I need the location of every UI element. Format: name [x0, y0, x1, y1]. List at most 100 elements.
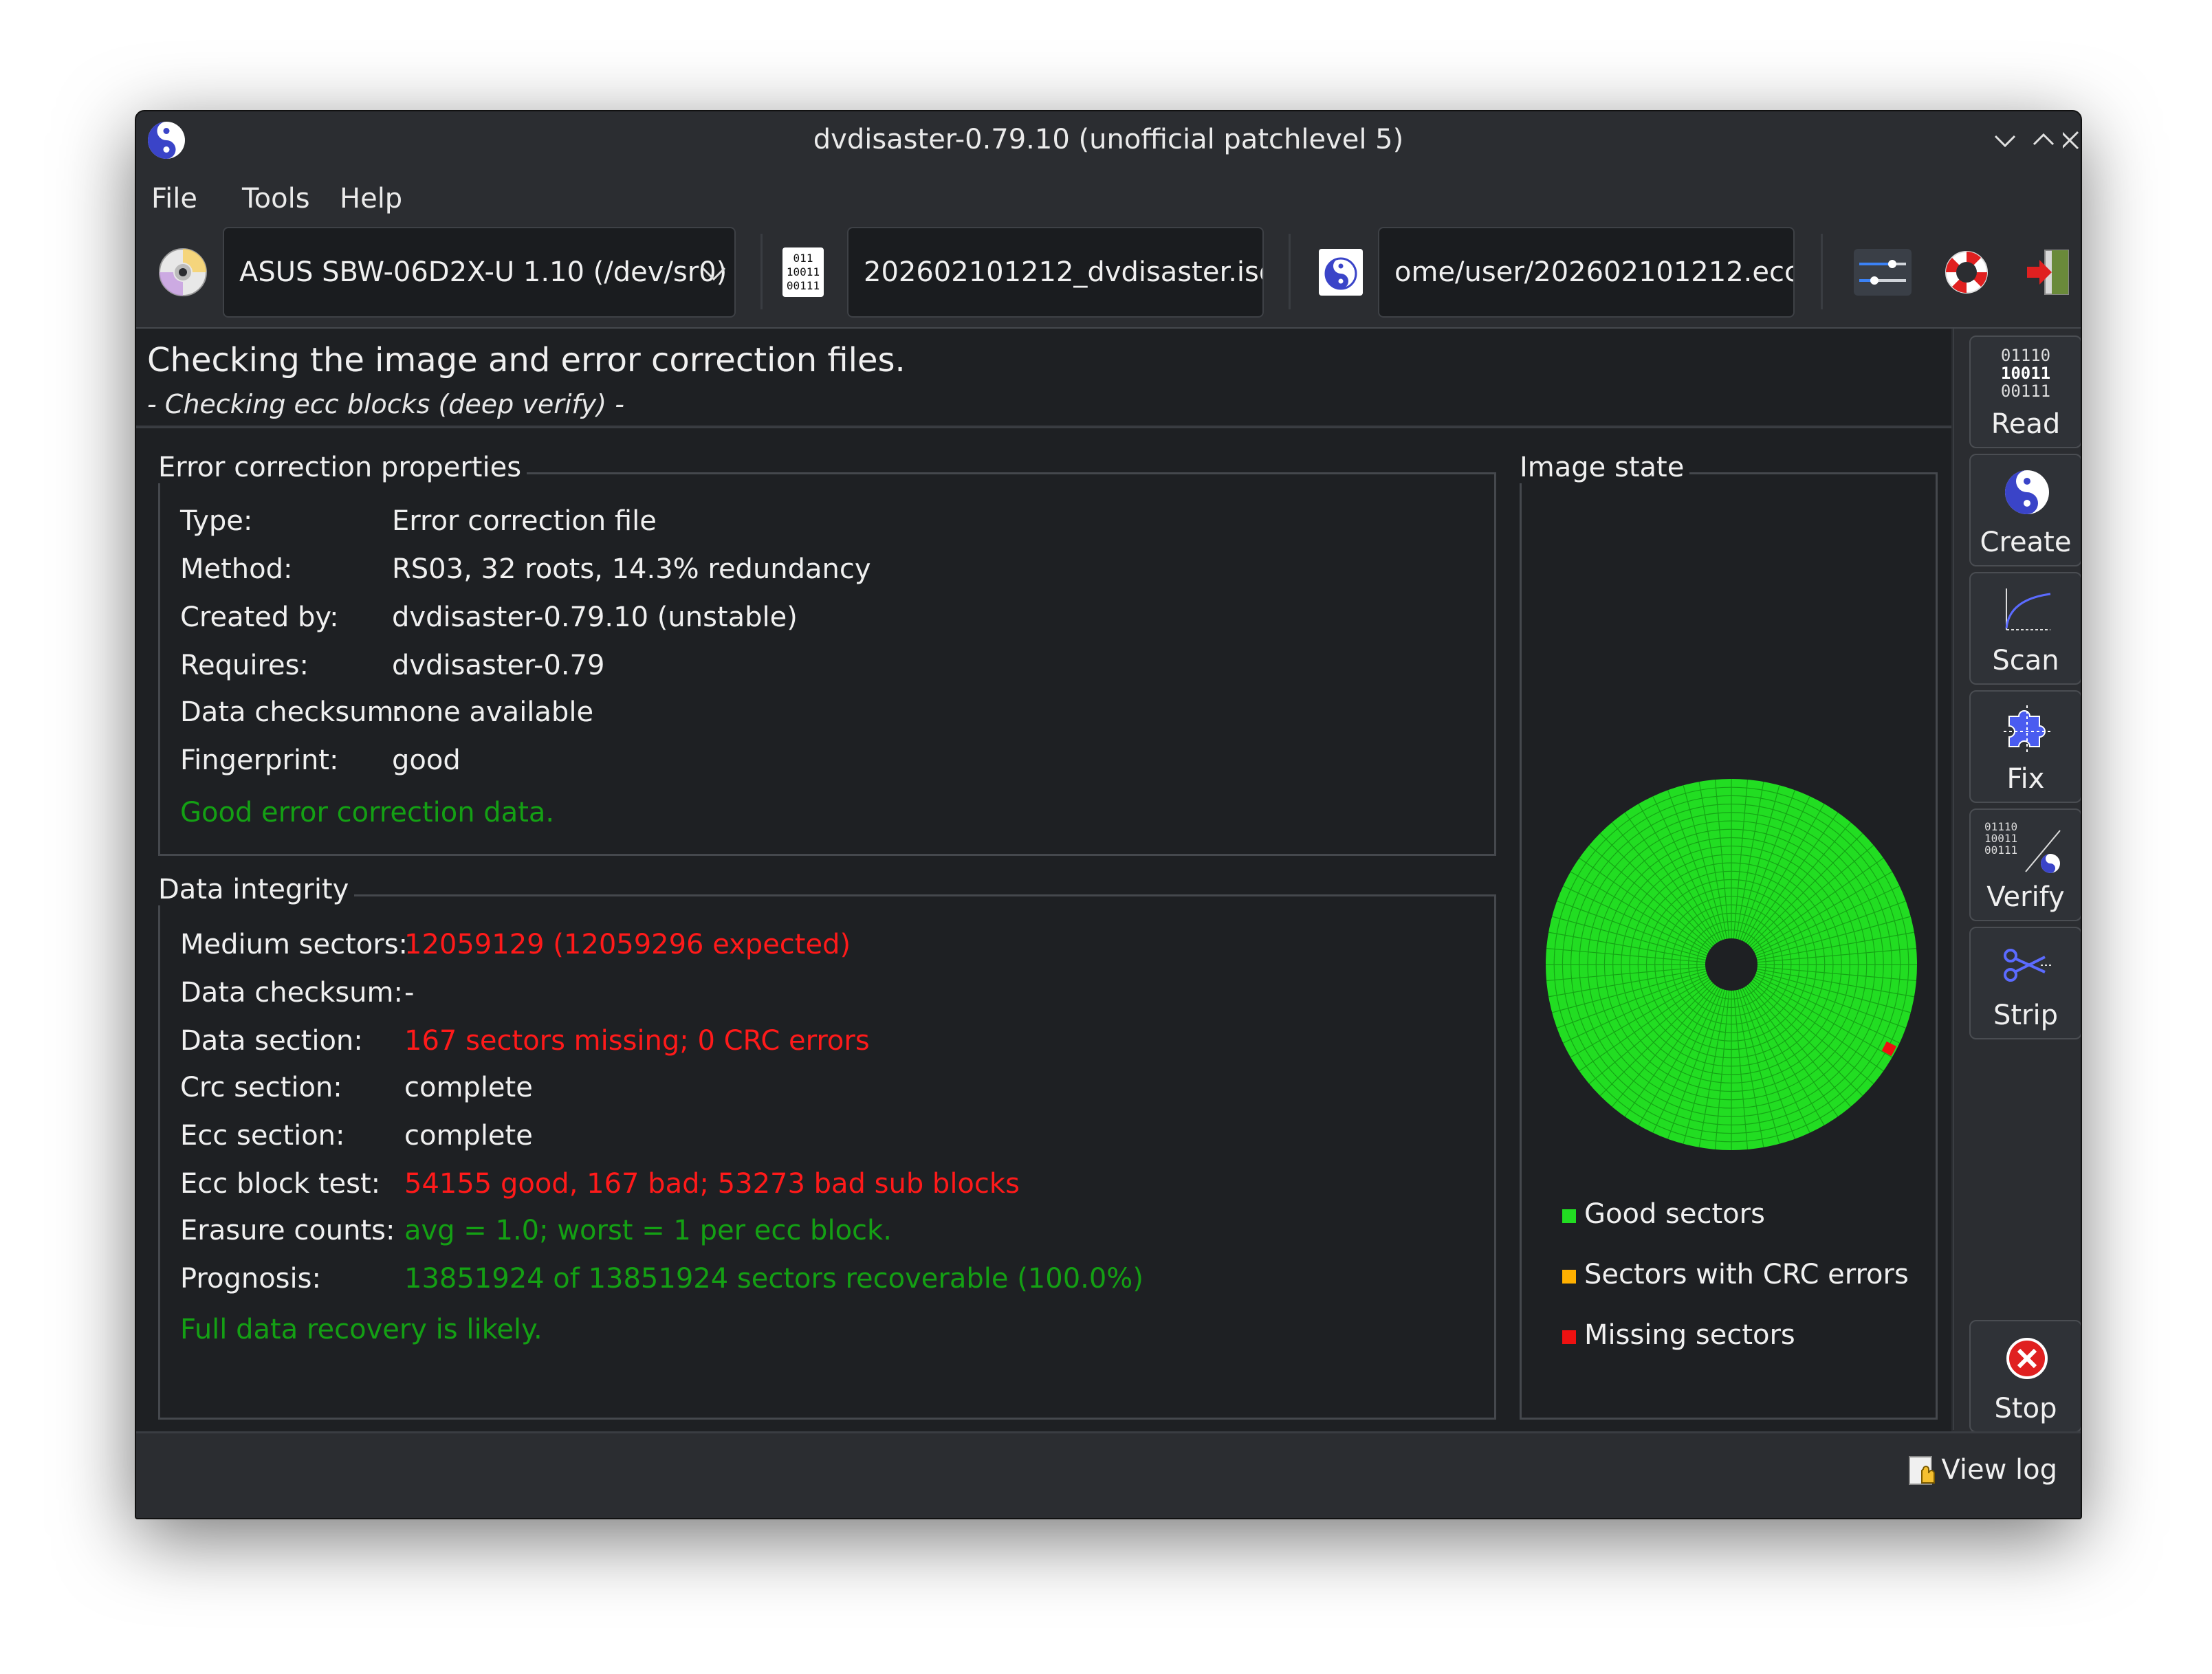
scan-graph-icon: [2005, 588, 2051, 630]
legend-crc-swatch: [1562, 1270, 1576, 1284]
read-icon-line-1: 01110: [2000, 346, 2051, 365]
menubar: File Tools Help: [136, 172, 2081, 227]
ecc-fingerprint-label: Fingerprint:: [180, 745, 339, 776]
stop-button-label: Stop: [1994, 1393, 2057, 1424]
legend-good-label: Good sectors: [1584, 1198, 1765, 1230]
strip-button[interactable]: Strip: [1969, 927, 2081, 1039]
ecc-method-value: RS03, 32 roots, 14.3% redundancy: [392, 553, 871, 585]
menu-tools[interactable]: Tools: [235, 179, 317, 219]
image-file-icon[interactable]: 011 10011 00111: [782, 247, 824, 297]
data-checksum-value: -: [404, 977, 415, 1009]
sector-map-disc: [1546, 779, 1917, 1150]
verify-icon-line-2: 10011: [1984, 832, 2018, 845]
legend-missing-label: Missing sectors: [1584, 1319, 1795, 1351]
ecc-file-icon[interactable]: [1315, 246, 1367, 298]
app-window: dvdisaster-0.79.10 (unofficial patchleve…: [135, 110, 2082, 1519]
scan-button[interactable]: Scan: [1969, 572, 2081, 685]
legend-good-swatch: [1562, 1209, 1576, 1223]
prognosis-value: 13851924 of 13851924 sectors recoverable…: [404, 1263, 1143, 1295]
menu-help[interactable]: Help: [333, 179, 409, 219]
read-button-label: Read: [1991, 408, 2061, 440]
erasure-counts-value: avg = 1.0; worst = 1 per ecc block.: [404, 1215, 892, 1246]
integrity-summary: Full data recovery is likely.: [180, 1314, 543, 1345]
toolbar-separator: [760, 234, 763, 309]
ecc-block-test-value: 54155 good, 167 bad; 53273 bad sub block…: [404, 1168, 1020, 1200]
read-icon-line-2: 10011: [2000, 364, 2051, 383]
crc-section-value: complete: [404, 1072, 533, 1103]
drive-select[interactable]: ASUS SBW-06D2X-U 1.10 (/dev/sr0): [223, 227, 736, 318]
image-state-title: Image state: [1520, 452, 1690, 483]
maximize-chevron-icon[interactable]: [2024, 121, 2063, 159]
read-icon-line-3: 00111: [2000, 382, 2051, 401]
log-document-icon: [1909, 1456, 1936, 1485]
window-title: dvdisaster-0.79.10 (unofficial patchleve…: [813, 124, 1404, 155]
stop-button[interactable]: Stop: [1969, 1320, 2081, 1433]
ecc-properties-title: Error correction properties: [158, 452, 527, 483]
quit-exit-icon[interactable]: [2024, 246, 2072, 298]
ecc-created-by-value: dvdisaster-0.79.10 (unstable): [392, 602, 798, 633]
view-log-label: View log: [1941, 1454, 2057, 1486]
medium-sectors-value: 12059129 (12059296 expected): [404, 929, 851, 960]
preferences-sliders-icon[interactable]: [1852, 246, 1913, 298]
create-button-label: Create: [1980, 527, 2072, 558]
read-button[interactable]: 01110 10011 00111 Read: [1969, 335, 2081, 448]
verify-check-icon: [2025, 830, 2061, 873]
image-icon-line-2: 10011: [786, 265, 820, 278]
verify-button[interactable]: 01110 10011 00111 Verify: [1969, 808, 2081, 921]
verify-icon-line-1: 01110: [1984, 820, 2018, 833]
status-main-text: Checking the image and error correction …: [147, 341, 906, 379]
stop-icon: [2006, 1338, 2048, 1379]
puzzle-piece-icon: [2004, 705, 2050, 752]
ecc-requires-value: dvdisaster-0.79: [392, 650, 605, 681]
titlebar[interactable]: dvdisaster-0.79.10 (unofficial patchleve…: [136, 111, 2081, 172]
image-file-input[interactable]: 202602101212_dvdisaster.iso: [847, 227, 1264, 318]
fix-button[interactable]: Fix: [1969, 690, 2081, 803]
cd-drive-icon: [159, 248, 207, 296]
ecc-file-input[interactable]: ome/user/202602101212.ecc: [1378, 227, 1795, 318]
read-binary-icon: 01110 10011 00111: [1971, 346, 2081, 400]
status-area: Checking the image and error correction …: [136, 329, 1951, 425]
scissors-icon: [2004, 949, 2052, 982]
ecc-fingerprint-value: good: [392, 745, 461, 776]
ecc-section-value: complete: [404, 1120, 533, 1152]
data-section-label: Data section:: [180, 1025, 363, 1057]
drive-select-value: ASUS SBW-06D2X-U 1.10 (/dev/sr0): [239, 256, 727, 288]
ecc-data-checksum-label: Data checksum:: [180, 696, 403, 728]
verify-icon-line-3: 00111: [1984, 844, 2018, 857]
toolbar-separator: [1821, 234, 1823, 309]
verify-binary-icon: 01110 10011 00111: [1984, 821, 2017, 856]
menu-file[interactable]: File: [144, 179, 204, 219]
create-button[interactable]: Create: [1969, 454, 2081, 566]
ecc-method-label: Method:: [180, 553, 293, 585]
close-icon[interactable]: [2063, 121, 2079, 159]
ecc-created-by-label: Created by:: [180, 602, 339, 633]
disc-center-hole: [1705, 938, 1757, 991]
erasure-counts-label: Erasure counts:: [180, 1215, 395, 1246]
strip-button-label: Strip: [1993, 1000, 2059, 1031]
bottom-bar: View log: [136, 1431, 2081, 1518]
action-sidebar: 01110 10011 00111 Read Create Scan Fix 0…: [1953, 329, 2081, 1433]
chevron-down-icon: [701, 267, 726, 281]
image-icon-line-1: 011: [793, 252, 813, 265]
minimize-chevron-icon[interactable]: [1986, 121, 2024, 159]
fix-button-label: Fix: [2006, 763, 2045, 795]
data-integrity-title: Data integrity: [158, 874, 355, 905]
status-sub-text: - Checking ecc blocks (deep verify) -: [147, 389, 624, 419]
ecc-data-checksum-value: none available: [392, 696, 594, 728]
ecc-block-test-label: Ecc block test:: [180, 1168, 381, 1200]
toolbar-separator: [1289, 234, 1291, 309]
crc-section-label: Crc section:: [180, 1072, 342, 1103]
yin-yang-icon: [2005, 470, 2049, 514]
ecc-type-value: Error correction file: [392, 505, 657, 537]
ecc-summary: Good error correction data.: [180, 797, 555, 828]
ecc-type-label: Type:: [180, 505, 253, 537]
medium-sectors-label: Medium sectors:: [180, 929, 408, 960]
ecc-requires-label: Requires:: [180, 650, 309, 681]
help-lifebuoy-icon[interactable]: [1940, 246, 1993, 298]
ecc-section-label: Ecc section:: [180, 1120, 345, 1152]
view-log-button[interactable]: View log: [1907, 1454, 2057, 1488]
prognosis-label: Prognosis:: [180, 1263, 321, 1295]
image-icon-line-3: 00111: [786, 279, 820, 292]
main-panel: Error correction properties Type: Error …: [136, 426, 1951, 1432]
legend-crc-label: Sectors with CRC errors: [1584, 1259, 1909, 1290]
